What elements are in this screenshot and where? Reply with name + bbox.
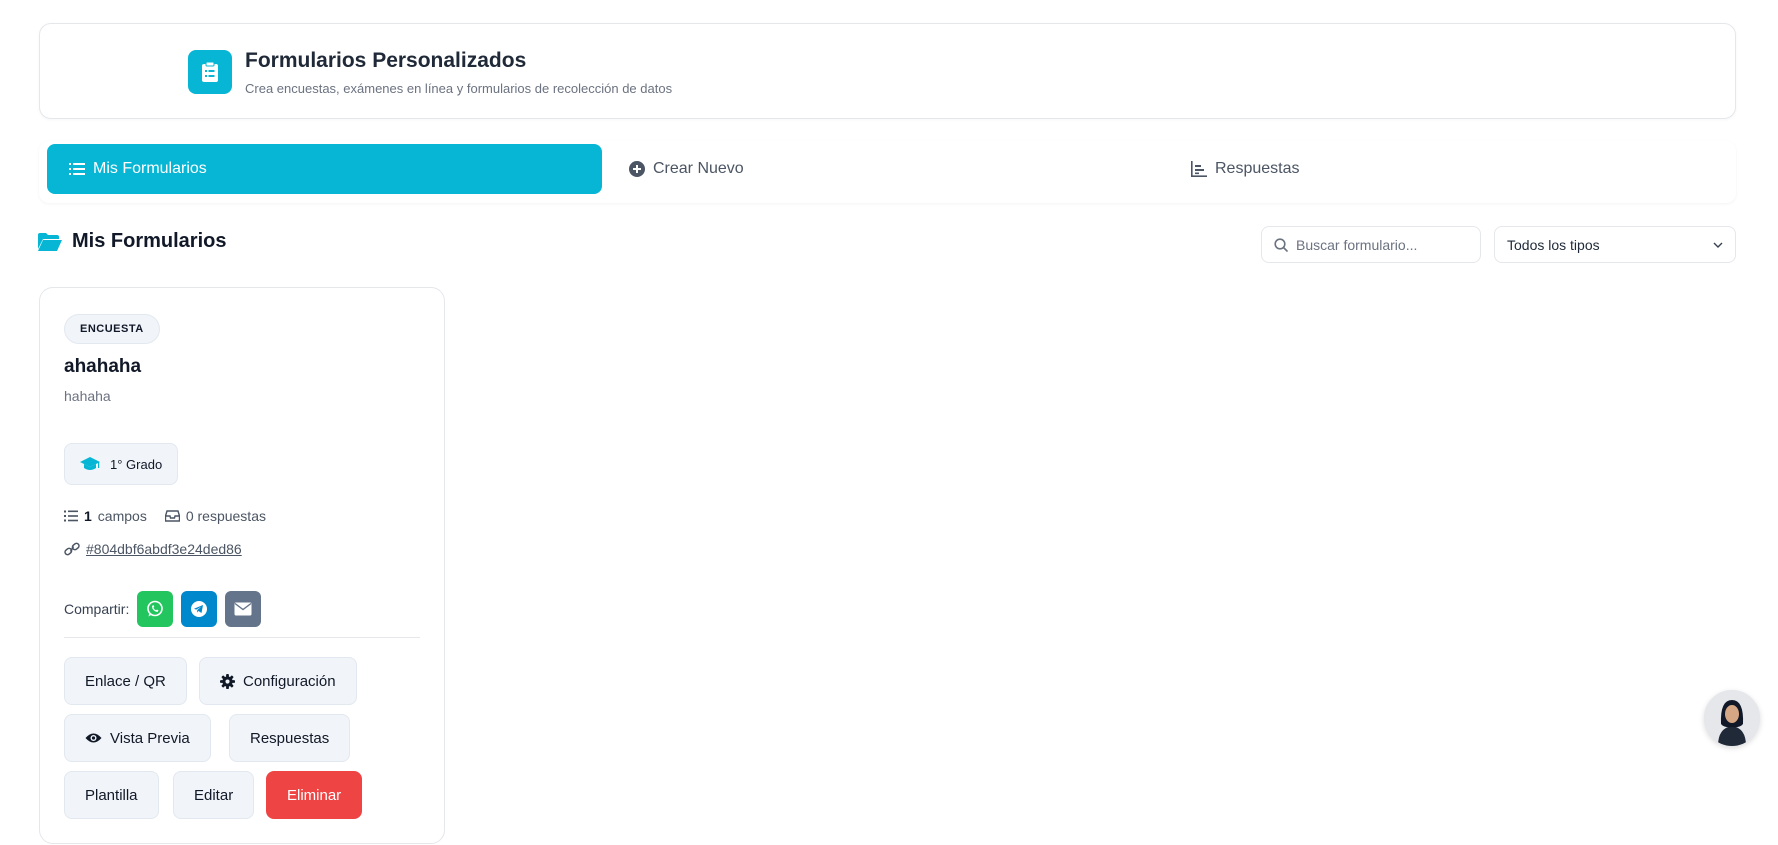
tab-crear-nuevo[interactable]: Crear Nuevo [629,144,744,194]
button-label: Plantilla [85,786,138,804]
fields-count: 1 [84,508,92,524]
section-title-text: Mis Formularios [72,230,227,252]
grade-label: 1° Grado [110,456,163,472]
delete-button[interactable]: Eliminar [266,771,363,819]
section-title: Mis Formularios [38,230,226,253]
form-card: ENCUESTA ahahaha hahaha 1° Grado 1 campo… [39,287,445,844]
share-whatsapp-button[interactable] [137,591,174,627]
link-icon [64,542,80,556]
tab-bar: Mis Formularios Crear Nuevo Respuestas [39,141,1736,203]
list-icon [64,510,78,522]
whatsapp-icon [147,600,164,617]
settings-button[interactable]: Configuración [199,657,357,705]
clipboard-list-icon [188,50,232,94]
inbox-icon [164,510,180,522]
tab-respuestas[interactable]: Respuestas [1191,144,1300,194]
form-type-badge: ENCUESTA [64,314,160,344]
search-input[interactable] [1296,236,1466,253]
list-icon [69,163,85,175]
page-subtitle: Crea encuestas, exámenes en línea y form… [245,81,673,96]
folder-open-icon [38,232,62,251]
template-button[interactable]: Plantilla [64,771,159,819]
search-icon [1274,237,1288,252]
button-label: Enlace / QR [85,672,166,690]
page-title: Formularios Personalizados [245,49,527,72]
search-box [1261,226,1481,263]
button-label: Vista Previa [110,729,190,747]
form-meta: 1 campos 0 respuestas [64,508,266,524]
tab-label: Respuestas [1215,160,1300,177]
type-filter-value: Todos los tipos [1507,236,1600,253]
tab-label: Crear Nuevo [653,160,744,177]
graduation-cap-icon [80,457,100,470]
preview-button[interactable]: Vista Previa [64,714,211,762]
person-avatar-icon [1704,690,1760,746]
form-link-id[interactable]: #804dbf6abdf3e24ded86 [86,541,242,557]
chevron-down-icon [1713,242,1723,248]
button-label: Respuestas [250,729,330,747]
bar-chart-icon [1191,161,1207,177]
type-filter-select[interactable]: Todos los tipos [1494,226,1736,263]
header-card: Formularios Personalizados Crea encuesta… [39,23,1736,119]
tab-label: Mis Formularios [93,160,207,177]
link-qr-button[interactable]: Enlace / QR [64,657,187,705]
tab-mis-formularios[interactable]: Mis Formularios [47,144,602,194]
edit-button[interactable]: Editar [173,771,255,819]
responses-button[interactable]: Respuestas [229,714,351,762]
share-row: Compartir: [64,591,262,627]
share-label: Compartir: [64,601,130,617]
telegram-icon [191,601,208,617]
form-link-row: #804dbf6abdf3e24ded86 [64,541,242,557]
share-email-button[interactable] [225,591,262,627]
button-label: Configuración [243,672,336,690]
page: Formularios Personalizados Crea encuesta… [0,0,1778,845]
grade-chip: 1° Grado [64,443,179,485]
eye-icon [85,733,102,743]
plus-circle-icon [629,161,645,177]
envelope-icon [234,602,252,616]
button-label: Editar [194,786,234,804]
form-description: hahaha [64,388,111,404]
divider [64,637,420,638]
form-title: ahahaha [64,356,142,377]
gear-icon [220,673,235,689]
responses-count: 0 respuestas [185,508,266,524]
assistant-avatar[interactable] [1704,690,1760,746]
share-telegram-button[interactable] [181,591,218,627]
fields-label: campos [97,508,147,524]
button-label: Eliminar [287,786,342,804]
